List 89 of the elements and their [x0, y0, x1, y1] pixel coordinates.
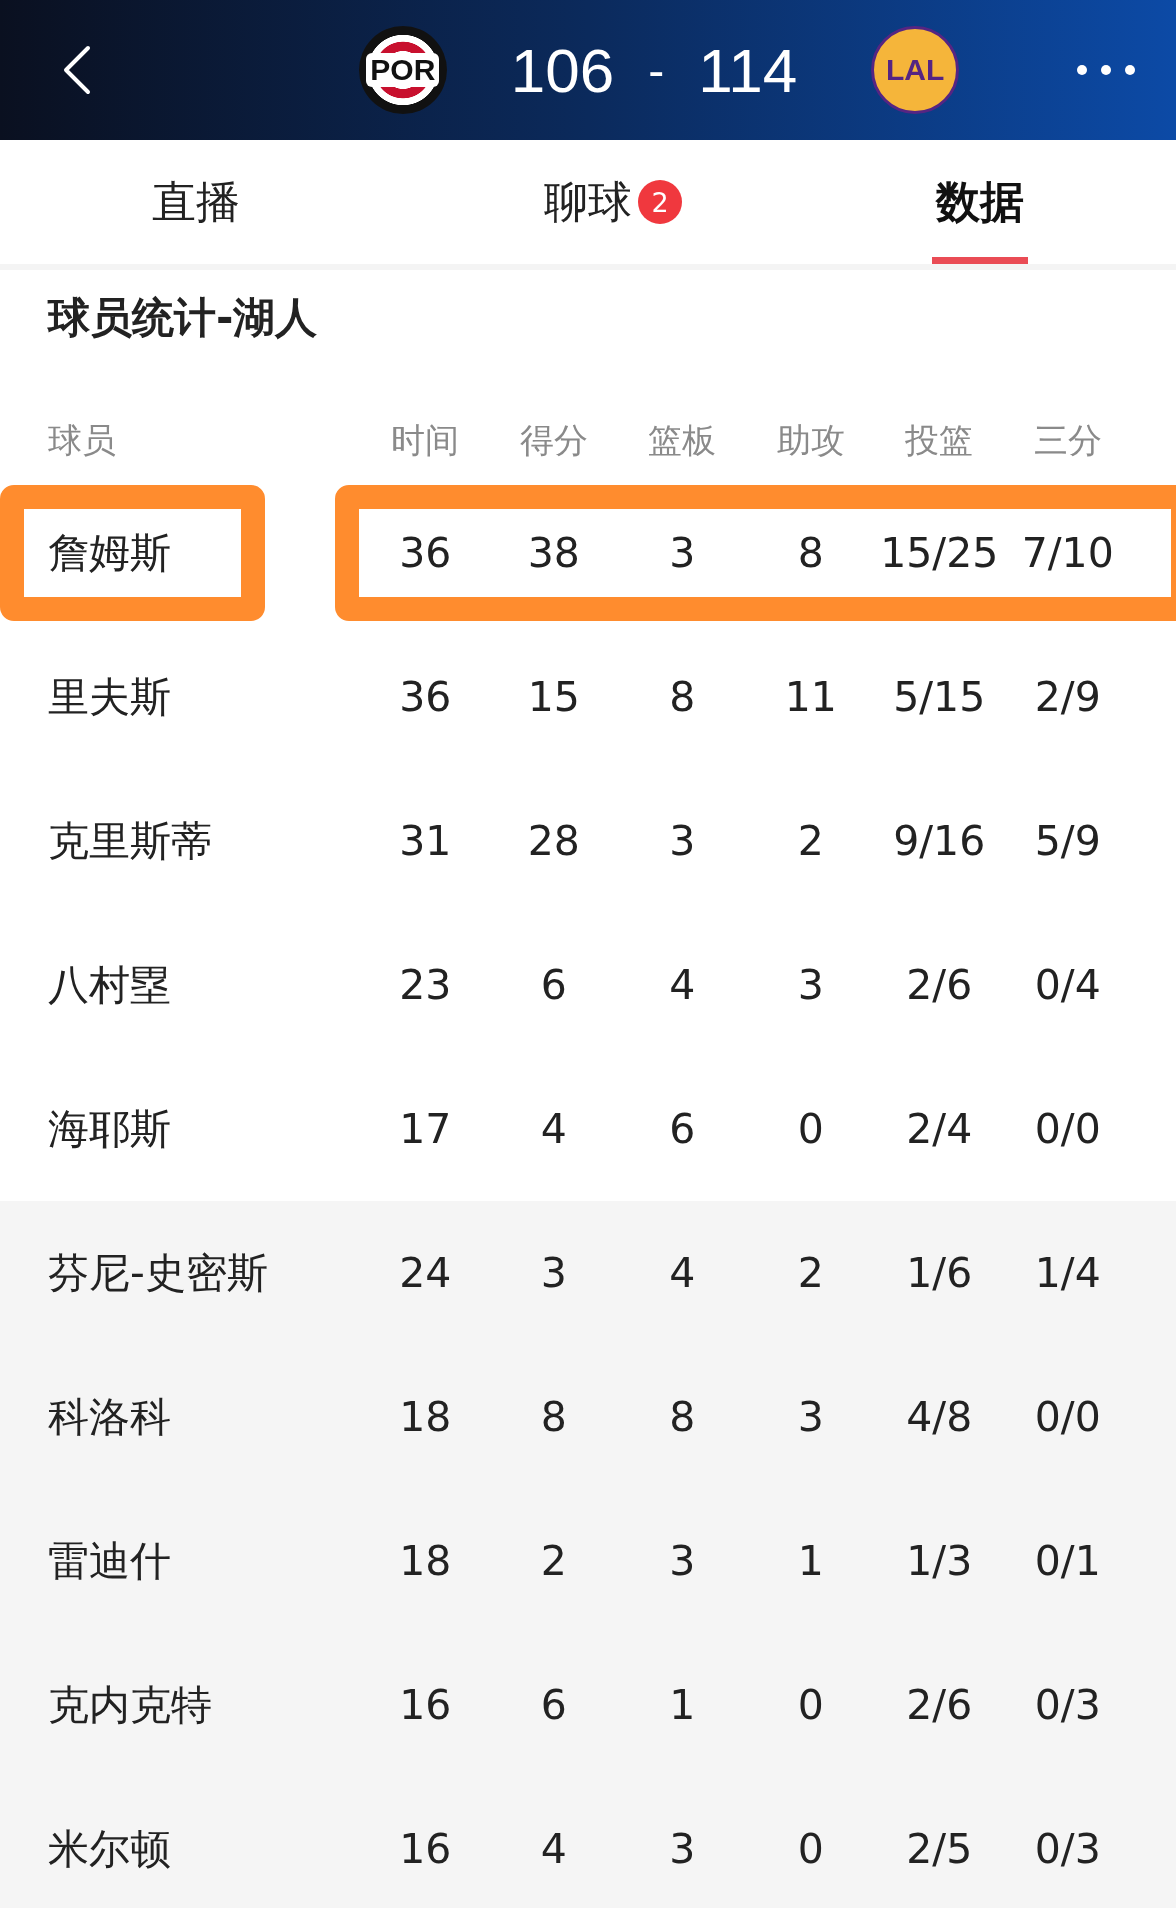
stat-cell: 9/16 — [893, 817, 986, 865]
column-header: 球员 — [47, 418, 116, 462]
stat-cell: 36 — [399, 673, 452, 721]
team-logo: LAL — [871, 26, 960, 114]
stat-cell: 6 — [669, 1105, 696, 1153]
stat-cell: 4 — [540, 1105, 567, 1153]
stat-cell: 3 — [669, 817, 696, 865]
stat-cell: 11 — [784, 673, 837, 721]
score-separator: - — [648, 42, 665, 98]
stat-cell: 7/10 — [1021, 529, 1114, 577]
stat-cell: 2/9 — [1034, 673, 1101, 721]
stat-cell: 38 — [527, 529, 580, 577]
stat-cell: 3 — [540, 1249, 567, 1297]
stat-cell: 31 — [399, 817, 452, 865]
stat-cell: 15/25 — [880, 529, 999, 577]
stat-cell: 2 — [540, 1537, 567, 1585]
stat-cell: 3 — [797, 1393, 824, 1441]
player-name: 克内克特 — [47, 1679, 212, 1731]
stat-cell: 0/1 — [1034, 1537, 1101, 1585]
stat-cell: 3 — [669, 529, 696, 577]
stat-cell: 0 — [797, 1825, 824, 1873]
stat-cell: 15 — [527, 673, 580, 721]
stat-cell: 0/3 — [1034, 1825, 1101, 1873]
column-header: 时间 — [391, 418, 460, 462]
count-badge: 2 — [638, 180, 682, 224]
stat-cell: 18 — [399, 1537, 452, 1585]
column-header: 三分 — [1033, 418, 1102, 462]
stat-cell: 0 — [797, 1105, 824, 1153]
stat-cell: 2/6 — [906, 961, 973, 1009]
stat-cell: 8 — [669, 1393, 696, 1441]
stat-cell: 17 — [399, 1105, 452, 1153]
stat-cell: 2/4 — [906, 1105, 973, 1153]
stat-cell: 5/9 — [1034, 817, 1101, 865]
stat-cell: 24 — [399, 1249, 452, 1297]
stat-cell: 1/6 — [906, 1249, 973, 1297]
team-logo: POR — [358, 26, 447, 114]
stat-cell: 2 — [797, 817, 824, 865]
stat-cell: 3 — [797, 961, 824, 1009]
section-title: 球员统计-湖人 — [46, 292, 319, 344]
player-name: 海耶斯 — [47, 1103, 171, 1155]
stat-cell: 1 — [669, 1681, 696, 1729]
tab[interactable]: 直播 — [152, 172, 240, 232]
column-header: 助攻 — [776, 418, 845, 462]
stat-cell: 1/3 — [906, 1537, 973, 1585]
stat-cell: 0 — [797, 1681, 824, 1729]
stat-cell: 4 — [669, 961, 696, 1009]
stat-cell: 18 — [399, 1393, 452, 1441]
stat-cell: 0/3 — [1034, 1681, 1101, 1729]
home-score: 106 — [510, 34, 615, 106]
stat-cell: 28 — [527, 817, 580, 865]
stat-cell: 4 — [540, 1825, 567, 1873]
stat-cell: 4/8 — [906, 1393, 973, 1441]
player-name: 八村塁 — [47, 959, 171, 1011]
stat-cell: 1 — [797, 1537, 824, 1585]
stat-cell: 8 — [669, 673, 696, 721]
column-header: 得分 — [519, 418, 588, 462]
stat-cell: 8 — [540, 1393, 567, 1441]
stat-cell: 23 — [399, 961, 452, 1009]
stat-cell: 3 — [669, 1825, 696, 1873]
player-name: 詹姆斯 — [47, 527, 171, 579]
away-score: 114 — [698, 34, 798, 106]
stat-cell: 1/4 — [1034, 1249, 1101, 1297]
stat-cell: 0/0 — [1034, 1105, 1101, 1153]
stat-cell: 5/15 — [893, 673, 986, 721]
stat-cell: 2 — [797, 1249, 824, 1297]
player-name: 雷迪什 — [47, 1535, 171, 1587]
more-icon[interactable] — [1076, 64, 1136, 76]
stat-cell: 16 — [399, 1825, 452, 1873]
player-name: 克里斯蒂 — [47, 815, 212, 867]
player-name: 科洛科 — [47, 1391, 171, 1443]
tab[interactable]: 数据 — [936, 172, 1024, 232]
stat-cell: 0/4 — [1034, 961, 1101, 1009]
tab[interactable]: 聊球 — [544, 172, 632, 232]
column-header: 投篮 — [905, 418, 974, 462]
stat-cell: 3 — [669, 1537, 696, 1585]
stat-cell: 8 — [797, 529, 824, 577]
stat-cell: 4 — [669, 1249, 696, 1297]
back-icon[interactable] — [62, 45, 92, 95]
player-name: 米尔顿 — [47, 1823, 171, 1875]
stat-cell: 0/0 — [1034, 1393, 1101, 1441]
stat-cell: 6 — [540, 1681, 567, 1729]
stat-cell: 16 — [399, 1681, 452, 1729]
player-name: 芬尼-史密斯 — [47, 1247, 268, 1299]
player-name: 里夫斯 — [47, 671, 171, 723]
stat-cell: 36 — [399, 529, 452, 577]
stat-cell: 2/6 — [906, 1681, 973, 1729]
stat-cell: 6 — [540, 961, 567, 1009]
stat-cell: 2/5 — [906, 1825, 973, 1873]
column-header: 篮板 — [648, 418, 717, 462]
